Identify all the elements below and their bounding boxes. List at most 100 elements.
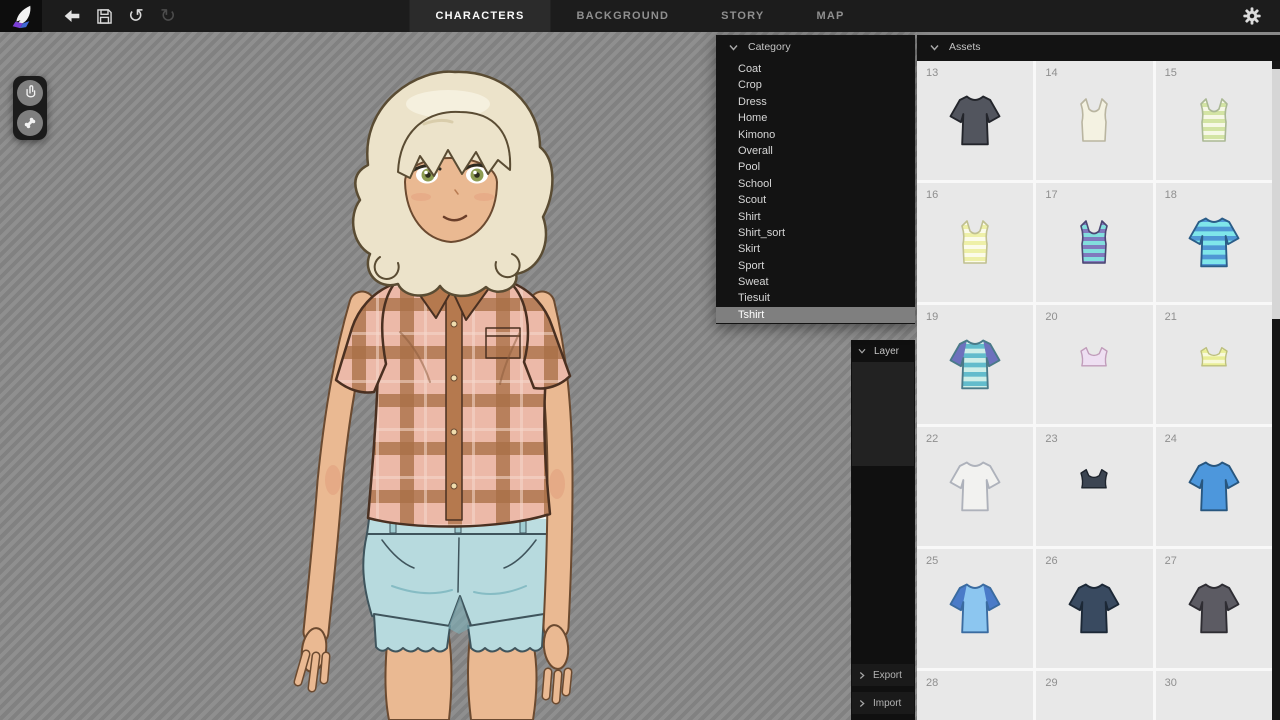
category-item-pool[interactable]: Pool [716, 159, 915, 175]
asset-cell-29[interactable]: 29 [1036, 671, 1152, 720]
asset-cell-25[interactable]: 25 [917, 549, 1033, 668]
category-panel-title: Category [748, 41, 791, 53]
category-item-shirt[interactable]: Shirt [716, 209, 915, 225]
asset-thumbnail [1064, 213, 1124, 273]
asset-cell-19[interactable]: 19 [917, 305, 1033, 424]
asset-thumbnail [1059, 574, 1129, 644]
asset-cell-30[interactable]: 30 [1156, 671, 1272, 720]
category-item-scout[interactable]: Scout [716, 192, 915, 208]
asset-cell-18[interactable]: 18 [1156, 183, 1272, 302]
chevron-down-icon [930, 44, 939, 51]
asset-thumbnail [1184, 91, 1244, 151]
category-item-crop[interactable]: Crop [716, 77, 915, 93]
asset-number: 30 [1165, 677, 1177, 689]
asset-thumbnail [940, 86, 1010, 156]
tab-map[interactable]: MAP [790, 0, 870, 32]
chevron-right-icon [859, 699, 865, 708]
category-item-sweat[interactable]: Sweat [716, 274, 915, 290]
assets-panel: Assets 13 14 15 161718 19 20 21 22 23 24 25 26 27 28 2… [917, 35, 1280, 720]
back-button[interactable] [56, 0, 88, 32]
asset-number: 22 [926, 433, 938, 445]
top-toolbar: ↺ ↻ CHARACTERSBACKGROUNDSTORYMAP [0, 0, 1280, 32]
asset-cell-21[interactable]: 21 [1156, 305, 1272, 424]
assets-panel-title: Assets [949, 41, 981, 53]
export-button[interactable]: Export [852, 664, 914, 686]
tab-story[interactable]: STORY [695, 0, 790, 32]
chevron-down-icon [858, 348, 866, 354]
asset-cell-16[interactable]: 16 [917, 183, 1033, 302]
chevron-right-icon [859, 671, 865, 680]
asset-cell-17[interactable]: 17 [1036, 183, 1152, 302]
import-button[interactable]: Import [852, 692, 914, 714]
asset-number: 21 [1165, 311, 1177, 323]
redo-button[interactable]: ↻ [152, 0, 184, 32]
asset-cell-24[interactable]: 24 [1156, 427, 1272, 546]
asset-cell-13[interactable]: 13 [917, 61, 1033, 180]
gear-icon [1242, 6, 1262, 26]
category-item-overall[interactable]: Overall [716, 143, 915, 159]
assets-panel-header[interactable]: Assets [917, 35, 1280, 59]
category-item-school[interactable]: School [716, 176, 915, 192]
category-panel: Category CoatCropDressHomeKimonoOverallP… [716, 35, 915, 324]
assets-grid: 13 14 15 161718 19 20 21 22 23 24 25 26 27 28 29 30 [917, 61, 1272, 720]
tool-palette [13, 76, 47, 140]
app-logo[interactable] [0, 0, 42, 32]
save-icon [94, 6, 115, 27]
asset-thumbnail [940, 330, 1010, 400]
asset-cell-28[interactable]: 28 [917, 671, 1033, 720]
assets-scrollbar[interactable] [1272, 61, 1280, 720]
undo-button[interactable]: ↺ [120, 0, 152, 32]
asset-cell-14[interactable]: 14 [1036, 61, 1152, 180]
tab-characters[interactable]: CHARACTERS [409, 0, 550, 32]
asset-cell-26[interactable]: 26 [1036, 549, 1152, 668]
asset-number: 14 [1045, 67, 1057, 79]
asset-thumbnail [1179, 208, 1249, 278]
asset-cell-23[interactable]: 23 [1036, 427, 1152, 546]
asset-number: 27 [1165, 555, 1177, 567]
asset-cell-20[interactable]: 20 [1036, 305, 1152, 424]
asset-number: 29 [1045, 677, 1057, 689]
category-item-coat[interactable]: Coat [716, 61, 915, 77]
asset-cell-15[interactable]: 15 [1156, 61, 1272, 180]
asset-number: 23 [1045, 433, 1057, 445]
asset-number: 13 [926, 67, 938, 79]
chevron-down-icon [729, 44, 738, 51]
export-label: Export [873, 670, 902, 681]
asset-thumbnail [1179, 574, 1249, 644]
settings-button[interactable] [1234, 0, 1270, 32]
hand-tool-button[interactable] [17, 80, 43, 106]
asset-thumbnail [1068, 339, 1120, 391]
category-item-sport[interactable]: Sport [716, 258, 915, 274]
category-list: CoatCropDressHomeKimonoOverallPoolSchool… [716, 61, 915, 323]
category-item-shirt_sort[interactable]: Shirt_sort [716, 225, 915, 241]
category-item-tiesuit[interactable]: Tiesuit [716, 290, 915, 306]
asset-thumbnail [1064, 91, 1124, 151]
asset-thumbnail [1188, 339, 1240, 391]
asset-cell-22[interactable]: 22 [917, 427, 1033, 546]
asset-thumbnail [940, 574, 1010, 644]
asset-number: 26 [1045, 555, 1057, 567]
bone-tool-icon [20, 113, 40, 133]
asset-thumbnail [1179, 452, 1249, 522]
asset-number: 20 [1045, 311, 1057, 323]
category-item-tshirt[interactable]: Tshirt [716, 307, 915, 323]
layer-panel-title: Layer [874, 346, 899, 357]
back-arrow-icon [61, 5, 83, 27]
layer-panel-header[interactable]: Layer [851, 340, 915, 362]
category-item-home[interactable]: Home [716, 110, 915, 126]
asset-cell-27[interactable]: 27 [1156, 549, 1272, 668]
category-item-dress[interactable]: Dress [716, 94, 915, 110]
category-panel-header[interactable]: Category [716, 35, 915, 59]
tab-background[interactable]: BACKGROUND [550, 0, 695, 32]
spacer [851, 466, 915, 664]
asset-number: 25 [926, 555, 938, 567]
category-item-kimono[interactable]: Kimono [716, 127, 915, 143]
bone-tool-button[interactable] [17, 110, 43, 136]
category-item-skirt[interactable]: Skirt [716, 241, 915, 257]
scrollbar-thumb[interactable] [1272, 69, 1280, 319]
asset-number: 28 [926, 677, 938, 689]
hand-tool-icon [20, 83, 40, 103]
asset-number: 24 [1165, 433, 1177, 445]
history-actions: ↺ ↻ [56, 0, 184, 32]
save-button[interactable] [88, 0, 120, 32]
